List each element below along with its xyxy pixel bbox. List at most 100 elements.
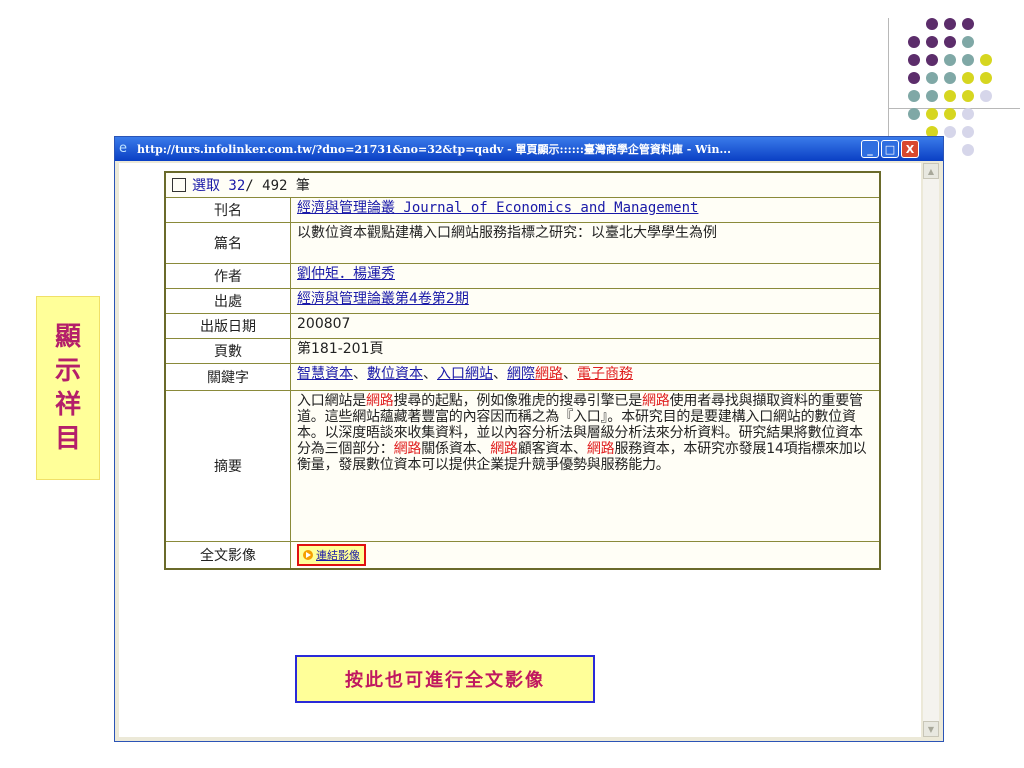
keywords-value: 智慧資本、數位資本、入口網站、網際網路、電子商務 [291, 364, 879, 390]
row-label: 刊名 [166, 198, 291, 222]
pages-value: 第181-201頁 [297, 341, 384, 357]
row-pages: 頁數 第181-201頁 [166, 339, 879, 364]
keyword-separator: 、 [493, 366, 507, 382]
decor-dot [962, 108, 974, 120]
select-label[interactable]: 選取 32 [192, 175, 245, 195]
decor-dot [962, 18, 974, 30]
row-date: 出版日期 200807 [166, 314, 879, 339]
decor-dot [926, 54, 938, 66]
scroll-up-button[interactable]: ▲ [923, 163, 939, 179]
play-icon [303, 550, 313, 560]
decor-dot [944, 54, 956, 66]
decor-dot [908, 36, 920, 48]
decor-dot [944, 72, 956, 84]
row-fulltext: 全文影像 連結影像 [166, 542, 879, 568]
row-journal: 刊名 經濟與管理論叢 Journal of Economics and Mana… [166, 198, 879, 223]
row-source: 出處 經濟與管理論叢第4卷第2期 [166, 289, 879, 314]
decor-dot [926, 90, 938, 102]
record-table: 選取 32 / 492 筆 刊名 經濟與管理論叢 Journal of Econ… [164, 171, 881, 570]
decor-dot [926, 108, 938, 120]
row-author: 作者 劉仲矩．楊運秀 [166, 264, 879, 289]
row-label: 關鍵字 [166, 364, 291, 390]
row-label: 全文影像 [166, 542, 291, 568]
record-header: 選取 32 / 492 筆 [166, 173, 879, 198]
side-label: 顯 示 祥 目 [36, 296, 100, 480]
abstract-highlight: 網路 [366, 393, 394, 409]
decor-dot [980, 54, 992, 66]
decor-dot [962, 54, 974, 66]
keyword-link-highlight[interactable]: 電子商務 [577, 366, 633, 382]
select-checkbox[interactable] [172, 178, 186, 192]
window-titlebar[interactable]: e http://turs.infolinker.com.tw/?dno=217… [115, 137, 943, 161]
keyword-link[interactable]: 智慧資本 [297, 366, 353, 382]
record-count: / 492 筆 [245, 178, 310, 194]
row-label: 篇名 [166, 223, 291, 263]
abstract-highlight: 網路 [393, 441, 422, 457]
decor-dot [908, 108, 920, 120]
row-label: 作者 [166, 264, 291, 288]
row-label: 出版日期 [166, 314, 291, 338]
minimize-button[interactable]: _ [861, 140, 879, 158]
decor-dot [944, 108, 956, 120]
abstract-text: 入口網站是 [297, 393, 366, 409]
abstract-text: 顧客資本、 [517, 441, 587, 457]
vertical-scrollbar[interactable]: ▲ ▼ [923, 163, 939, 737]
browser-window: e http://turs.infolinker.com.tw/?dno=217… [114, 136, 944, 742]
decor-dot [944, 18, 956, 30]
keyword-separator: 、 [353, 366, 367, 382]
source-link[interactable]: 經濟與管理論叢第4卷第2期 [297, 291, 469, 307]
title-value: 以數位資本觀點建構入口網站服務指標之研究：以臺北大學學生為例 [297, 225, 717, 241]
maximize-button[interactable]: □ [881, 140, 899, 158]
abstract-highlight: 網路 [490, 441, 518, 457]
window-title: http://turs.infolinker.com.tw/?dno=21731… [137, 143, 731, 156]
decor-dot [908, 90, 920, 102]
decor-dot [962, 90, 974, 102]
abstract-highlight: 網路 [642, 393, 670, 409]
side-label-char: 祥 [54, 390, 81, 420]
decor-dot [944, 90, 956, 102]
decor-dot [926, 36, 938, 48]
scroll-down-button[interactable]: ▼ [923, 721, 939, 737]
row-label: 頁數 [166, 339, 291, 363]
row-value: 經濟與管理論叢 Journal of Economics and Managem… [291, 198, 879, 222]
row-label: 出處 [166, 289, 291, 313]
keyword-separator: 、 [563, 366, 577, 382]
side-label-char: 示 [54, 356, 81, 386]
row-keywords: 關鍵字 智慧資本、數位資本、入口網站、網際網路、電子商務 [166, 364, 879, 391]
keyword-separator: 、 [423, 366, 437, 382]
decor-dot [908, 54, 920, 66]
date-value: 200807 [297, 316, 351, 332]
side-label-char: 目 [54, 424, 81, 454]
journal-link[interactable]: 經濟與管理論叢 Journal of Economics and Managem… [297, 200, 698, 216]
hint-callout: 按此也可進行全文影像 [295, 655, 595, 703]
close-button[interactable]: X [901, 140, 919, 158]
decor-dot [926, 72, 938, 84]
keyword-link[interactable]: 入口網站 [437, 366, 493, 382]
row-title: 篇名 以數位資本觀點建構入口網站服務指標之研究：以臺北大學學生為例 [166, 223, 879, 264]
abstract-text: 關係資本、 [421, 441, 491, 457]
decor-dot [962, 36, 974, 48]
page-content: 選取 32 / 492 筆 刊名 經濟與管理論叢 Journal of Econ… [119, 163, 921, 737]
decor-dot [962, 72, 974, 84]
decor-dot [944, 36, 956, 48]
decor-dot [962, 126, 974, 138]
decor-dot [980, 72, 992, 84]
decor-dot [908, 72, 920, 84]
row-label: 摘要 [166, 391, 291, 541]
row-value: 經濟與管理論叢第4卷第2期 [291, 289, 879, 313]
keyword-link[interactable]: 網際 [507, 366, 535, 382]
decor-dot [980, 90, 992, 102]
abstract-text: 搜尋的起點，例如像雅虎的搜尋引擎已是 [393, 393, 643, 409]
decor-dot [926, 18, 938, 30]
fulltext-value: 連結影像 [291, 542, 879, 568]
link-image-label: 連結影像 [316, 548, 360, 562]
abstract-value: 入口網站是網路搜尋的起點，例如像雅虎的搜尋引擎已是網路使用者尋找與擷取資料的重要… [291, 391, 879, 541]
row-abstract: 摘要 入口網站是網路搜尋的起點，例如像雅虎的搜尋引擎已是網路使用者尋找與擷取資料… [166, 391, 879, 542]
row-value: 劉仲矩．楊運秀 [291, 264, 879, 288]
keyword-link-highlight[interactable]: 網路 [535, 366, 563, 382]
ie-icon: e [119, 141, 127, 156]
link-image-button[interactable]: 連結影像 [297, 544, 366, 566]
keyword-link[interactable]: 數位資本 [367, 366, 423, 382]
abstract-highlight: 網路 [586, 441, 615, 457]
author-link[interactable]: 劉仲矩．楊運秀 [297, 266, 395, 282]
